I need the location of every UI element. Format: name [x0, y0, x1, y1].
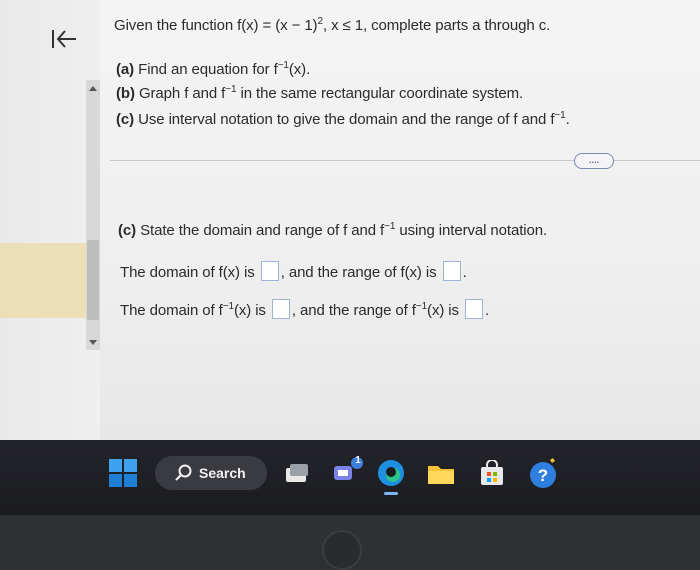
first-page-arrow-icon — [52, 30, 76, 48]
search-label: Search — [199, 465, 246, 481]
range-finv-input[interactable] — [465, 299, 484, 319]
part-c: (c) Use interval notation to give the do… — [116, 110, 570, 128]
expand-more-button[interactable]: .... — [574, 153, 614, 169]
scroll-up-arrow-icon[interactable] — [89, 86, 97, 91]
store-button[interactable] — [478, 459, 506, 493]
part-b: (b) Graph f and f−1 in the same rectangu… — [116, 84, 524, 102]
section-c-heading: (c) State the domain and range of f and … — [118, 221, 548, 239]
notification-badge: 1 — [355, 455, 361, 466]
edge-icon — [378, 460, 404, 486]
start-button[interactable] — [108, 458, 138, 493]
domain-f-input[interactable] — [260, 261, 279, 281]
left-gutter — [0, 0, 100, 440]
store-bag-icon — [481, 459, 503, 485]
back-to-start-button[interactable] — [44, 22, 84, 56]
help-question-icon: ? — [530, 458, 556, 488]
selection-highlight — [0, 243, 86, 318]
domain-finv-input[interactable] — [271, 299, 290, 319]
hp-logo-icon — [322, 530, 362, 570]
search-icon — [175, 464, 192, 481]
scroll-down-arrow-icon[interactable] — [89, 340, 97, 345]
taskbar-search-button[interactable]: Search — [155, 456, 267, 490]
browser-content: Given the function f(x) = (x − 1)2, x ≤ … — [0, 0, 700, 440]
part-a: (a) Find an equation for f−1(x). — [116, 60, 311, 78]
svg-text:?: ? — [538, 466, 548, 485]
domain-range-finv-line: The domain of f−1(x) is , and the range … — [120, 299, 490, 319]
task-view-icon — [286, 464, 308, 482]
chat-app-button[interactable]: 1 — [332, 455, 364, 493]
domain-range-f-line: The domain of f(x) is , and the range of… — [120, 261, 467, 281]
range-f-input[interactable] — [442, 261, 461, 281]
scrollbar-thumb[interactable] — [87, 240, 99, 320]
edge-browser-button[interactable] — [376, 458, 406, 495]
task-view-button[interactable] — [284, 462, 310, 491]
question-intro: Given the function f(x) = (x − 1)2, x ≤ … — [114, 16, 551, 34]
active-app-indicator — [384, 492, 398, 495]
windows-logo-icon — [109, 459, 137, 487]
file-explorer-button[interactable] — [426, 462, 456, 491]
help-app-button[interactable]: ? — [528, 456, 562, 495]
folder-icon — [428, 466, 454, 484]
